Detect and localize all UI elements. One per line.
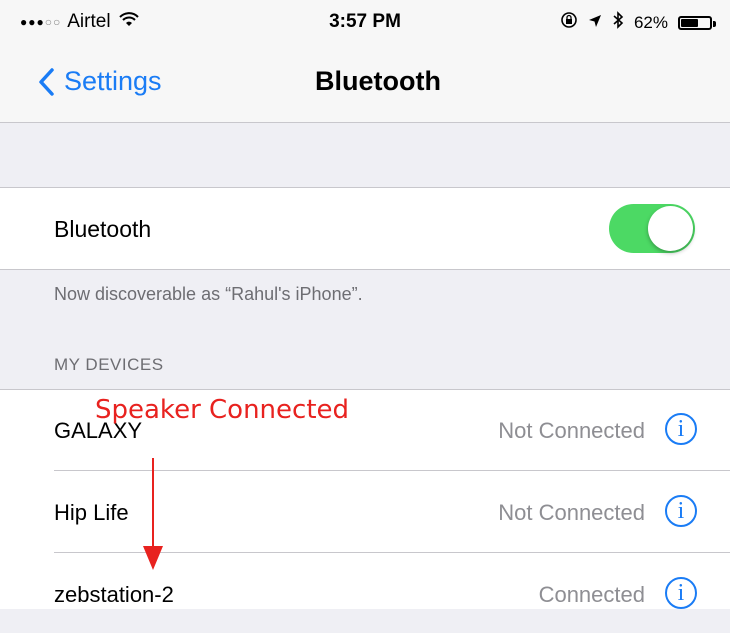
device-status: Not Connected: [498, 418, 645, 443]
bluetooth-toggle[interactable]: [609, 204, 695, 253]
toggle-knob: [648, 206, 693, 251]
battery-percentage: 62%: [633, 12, 668, 32]
divider: [0, 187, 730, 188]
status-right: 62%: [560, 11, 716, 34]
battery-nub: [713, 20, 716, 27]
battery-fill: [681, 18, 699, 27]
status-bar: ●●●○○ Airtel 3:57 PM 62%: [0, 0, 730, 44]
device-row-hip-life[interactable]: Hip Life Not Connected i: [0, 471, 730, 551]
annotation-label: Speaker Connected: [95, 395, 350, 425]
page-title: Bluetooth: [315, 66, 441, 96]
device-status: Not Connected: [498, 500, 645, 525]
navigation-bar: Settings Bluetooth: [0, 44, 730, 123]
my-devices-header: MY DEVICES: [54, 355, 164, 374]
battery-icon: [678, 15, 716, 30]
discoverable-text: Now discoverable as “Rahul's iPhone”.: [54, 284, 363, 304]
annotation-arrow-icon: [143, 458, 163, 570]
bluetooth-icon: [612, 11, 624, 34]
divider: [0, 269, 730, 270]
device-row-zebstation-2[interactable]: zebstation-2 Connected i: [0, 553, 730, 633]
device-status: Connected: [538, 582, 645, 607]
bluetooth-label: Bluetooth: [54, 216, 152, 242]
info-icon[interactable]: i: [665, 577, 697, 609]
location-icon: [588, 13, 602, 33]
bluetooth-toggle-row: Bluetooth: [0, 187, 730, 270]
info-icon[interactable]: i: [665, 495, 697, 527]
device-name: Hip Life: [54, 500, 129, 525]
info-icon[interactable]: i: [665, 413, 697, 445]
rotation-lock-icon: [560, 11, 578, 34]
device-name: zebstation-2: [54, 582, 174, 607]
